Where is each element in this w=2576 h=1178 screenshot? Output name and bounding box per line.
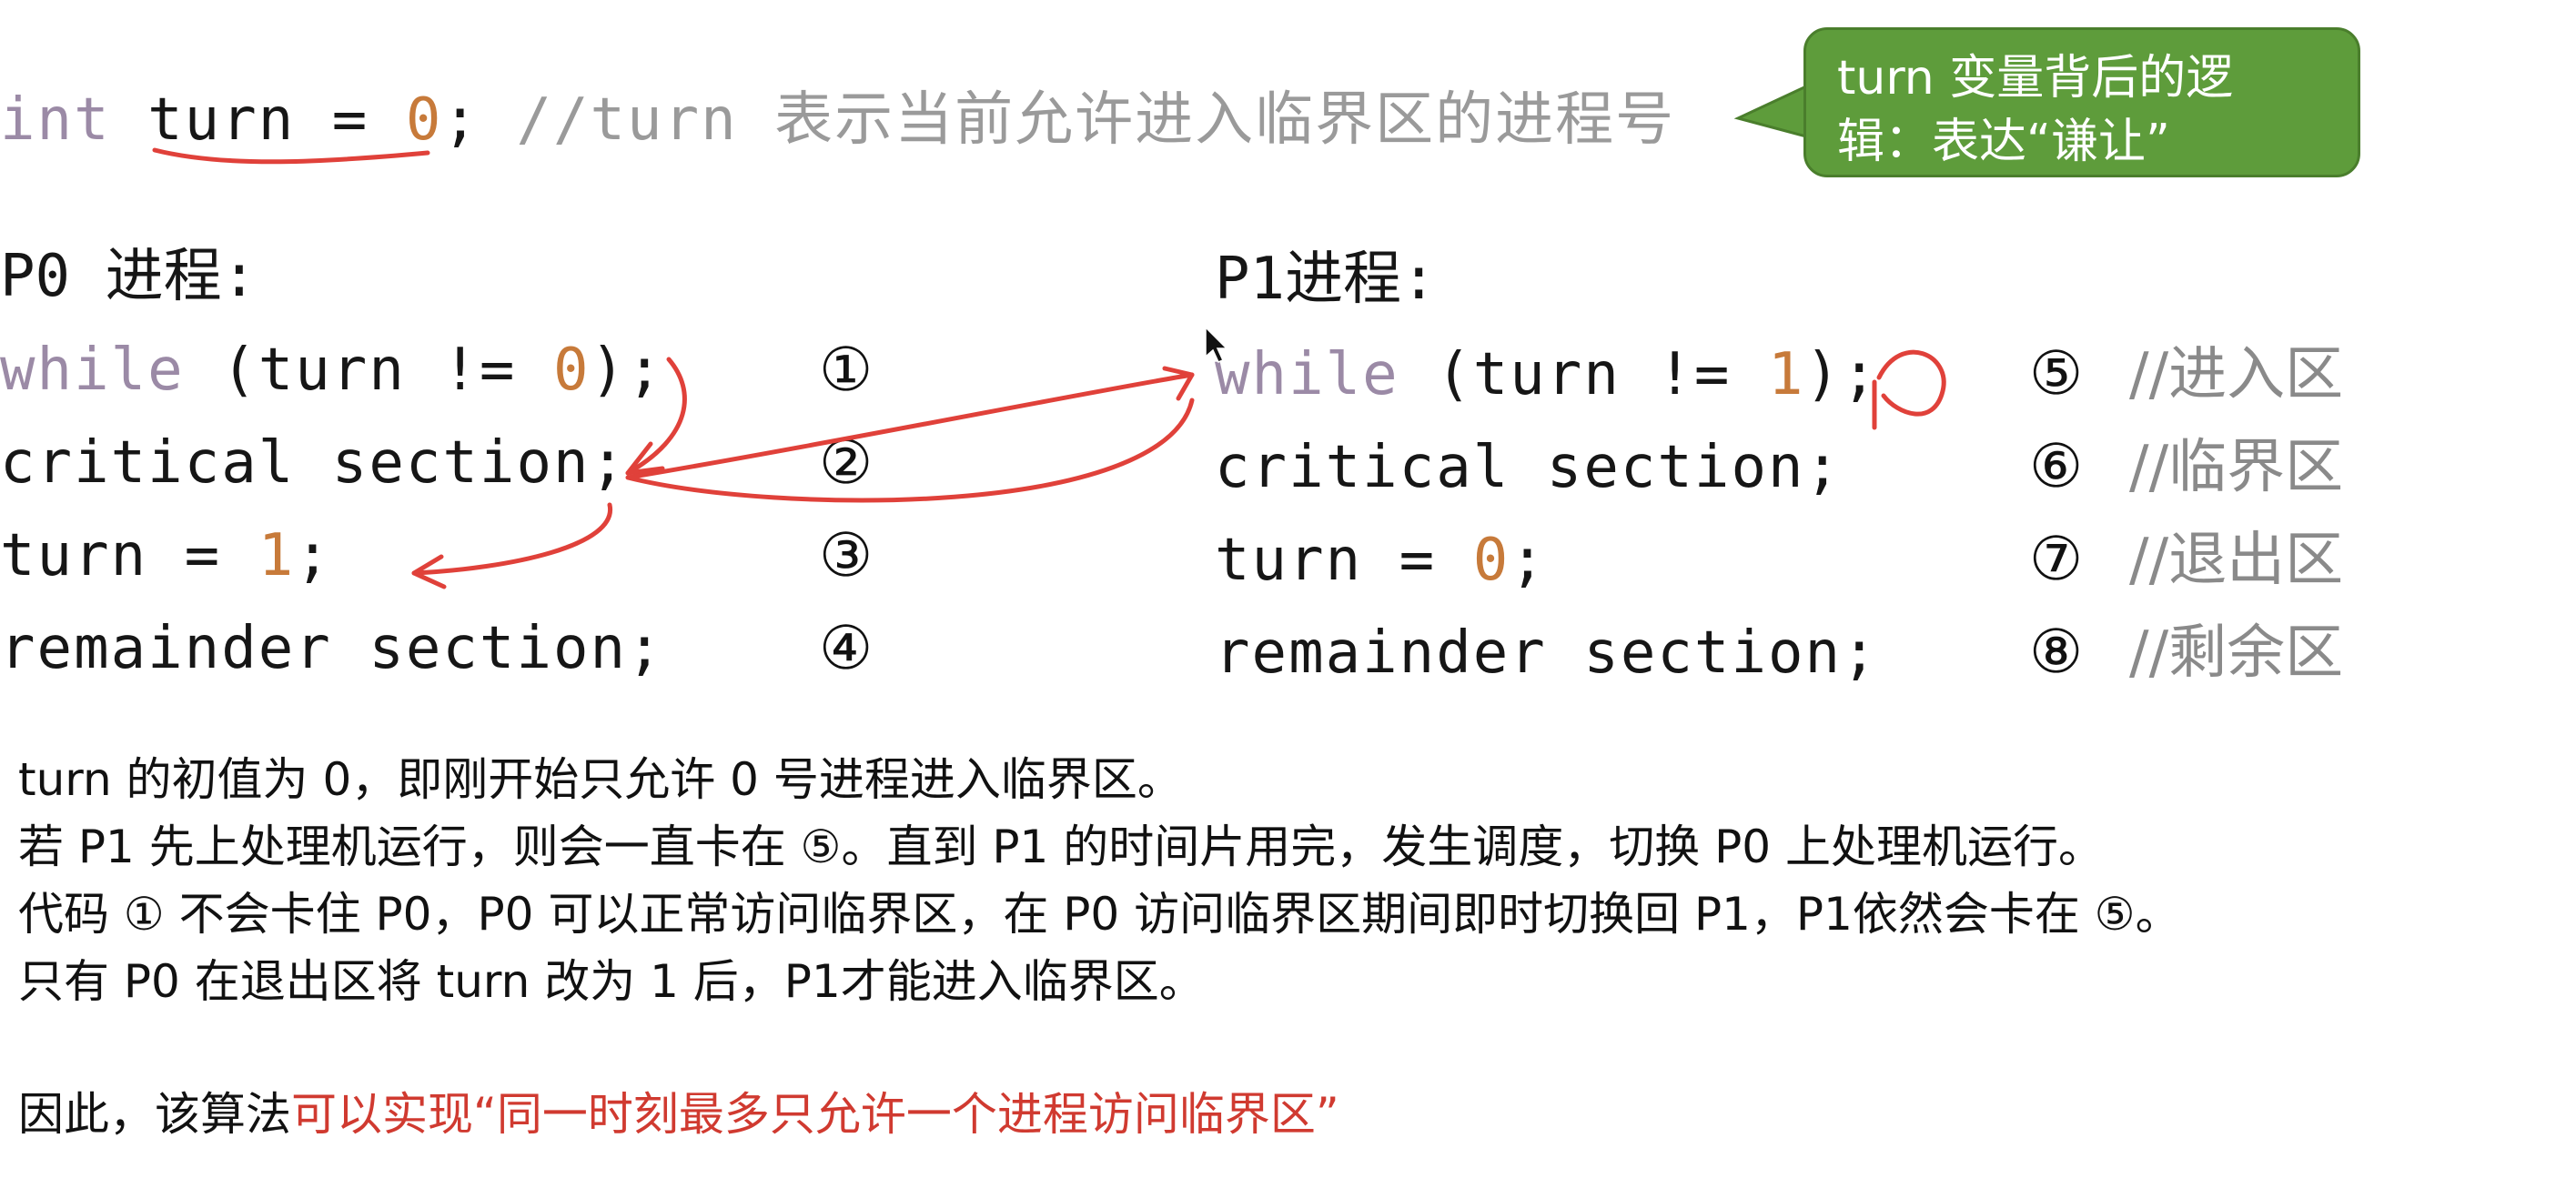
- code-text: (turn !=: [184, 337, 553, 404]
- turn-declaration: int turn = 0; //turn 表示当前允许进入临界区的进程号: [0, 91, 1675, 149]
- code-text: (turn !=: [1399, 341, 1768, 408]
- code-number: 0: [1472, 527, 1510, 594]
- callout-bubble: turn 变量背后的逻辑：表达“谦让”: [1803, 27, 2360, 177]
- p1-line-4: remainder section;: [1215, 619, 1879, 687]
- marker-4: ④: [819, 613, 874, 683]
- marker-2: ②: [819, 428, 874, 498]
- int-keyword: int: [0, 86, 111, 154]
- code-text: turn =: [0, 522, 258, 589]
- semicolon: ;: [442, 86, 480, 154]
- code-text: turn =: [1215, 527, 1473, 594]
- turn-initial-value: 0: [405, 86, 443, 154]
- explanation-line-2: 若 P1 先上处理机运行，则会一直卡在 ⑤。直到 P1 的时间片用完，发生调度，…: [18, 821, 2104, 873]
- p1-title: P1进程:: [1215, 246, 1437, 313]
- arrow-p1-to-p0: [625, 372, 1195, 503]
- p0-title: P0 进程:: [0, 243, 258, 310]
- p0-line-2: critical section;: [0, 429, 628, 497]
- marker-5: ⑤: [2029, 338, 2084, 408]
- code-text: ;: [295, 522, 332, 589]
- marker-3: ③: [819, 520, 874, 590]
- p1-line-3: turn = 0;: [1215, 531, 1547, 589]
- conclusion-prefix: 因此，该算法: [18, 1088, 291, 1141]
- turn-variable: turn =: [110, 86, 406, 154]
- conclusion: 因此，该算法可以实现“同一时刻最多只允许一个进程访问临界区”: [18, 1092, 1339, 1137]
- p0-line-1: while (turn != 0);: [0, 341, 664, 399]
- loop-spin: [1876, 349, 1946, 417]
- explanation-line-4: 只有 P0 在退出区将 turn 改为 1 后，P1才能进入临界区。: [18, 955, 1205, 1008]
- p0-line-4: remainder section;: [0, 615, 664, 682]
- comment-critical-section: //临界区: [2129, 434, 2344, 501]
- explanation-line-3: 代码 ① 不会卡住 P0，P0 可以正常访问临界区，在 P0 访问临界区期间即时…: [18, 888, 2181, 941]
- while-keyword: while: [0, 337, 185, 404]
- comment-exit-section: //退出区: [2129, 527, 2344, 594]
- code-text: ;: [1510, 527, 1547, 594]
- code-text: );: [1804, 341, 1879, 408]
- marker-1: ①: [819, 335, 874, 405]
- code-text: );: [590, 337, 664, 404]
- p1-line-1: while (turn != 1);: [1215, 346, 1879, 404]
- conclusion-highlight: 可以实现“同一时刻最多只允许一个进程访问临界区”: [291, 1088, 1339, 1141]
- comment-remainder-section: //剩余区: [2129, 619, 2344, 687]
- explanation-line-1: turn 的初值为 0，即刚开始只允许 0 号进程进入临界区。: [18, 753, 1183, 806]
- declaration-comment: //turn 表示当前允许进入临界区的进程号: [479, 86, 1676, 154]
- p0-line-3: turn = 1;: [0, 527, 332, 585]
- code-number: 0: [552, 337, 591, 404]
- marker-7: ⑦: [2029, 524, 2084, 594]
- arrow-cs-to-turn: [411, 502, 612, 576]
- code-number: 1: [258, 522, 296, 589]
- code-number: 1: [1767, 341, 1805, 408]
- marker-8: ⑧: [2029, 617, 2084, 687]
- while-keyword: while: [1215, 341, 1399, 408]
- marker-6: ⑥: [2029, 431, 2084, 501]
- comment-entry-section: //进入区: [2129, 341, 2344, 408]
- p1-line-2: critical section;: [1215, 434, 1843, 501]
